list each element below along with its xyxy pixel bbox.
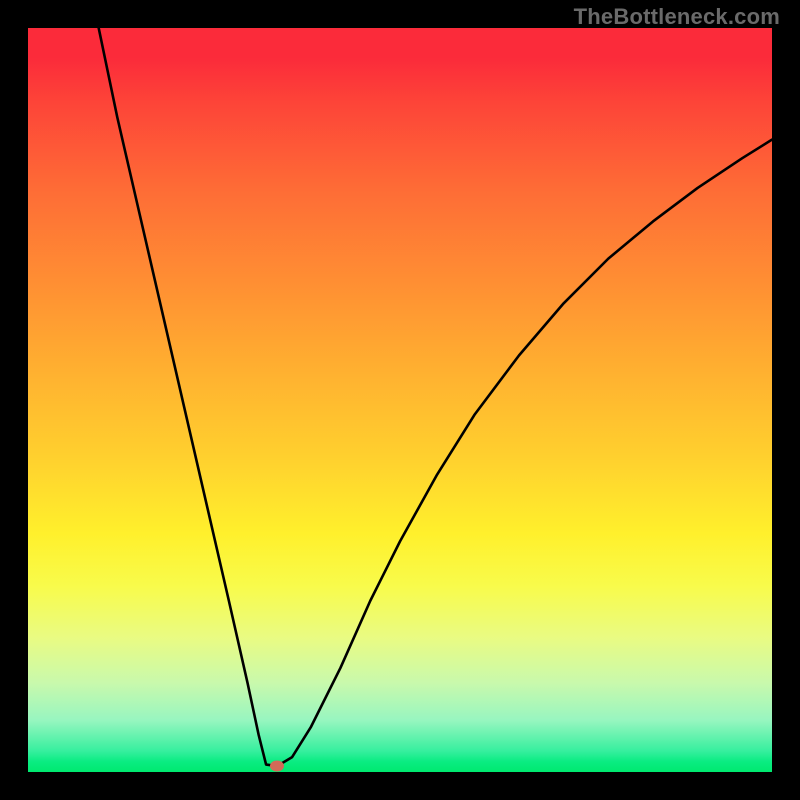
watermark-text: TheBottleneck.com: [574, 4, 780, 30]
curve-svg: [28, 28, 772, 772]
plot-area: [28, 28, 772, 772]
minimum-marker: [270, 761, 284, 772]
chart-frame: TheBottleneck.com: [0, 0, 800, 800]
bottleneck-curve: [99, 28, 772, 766]
